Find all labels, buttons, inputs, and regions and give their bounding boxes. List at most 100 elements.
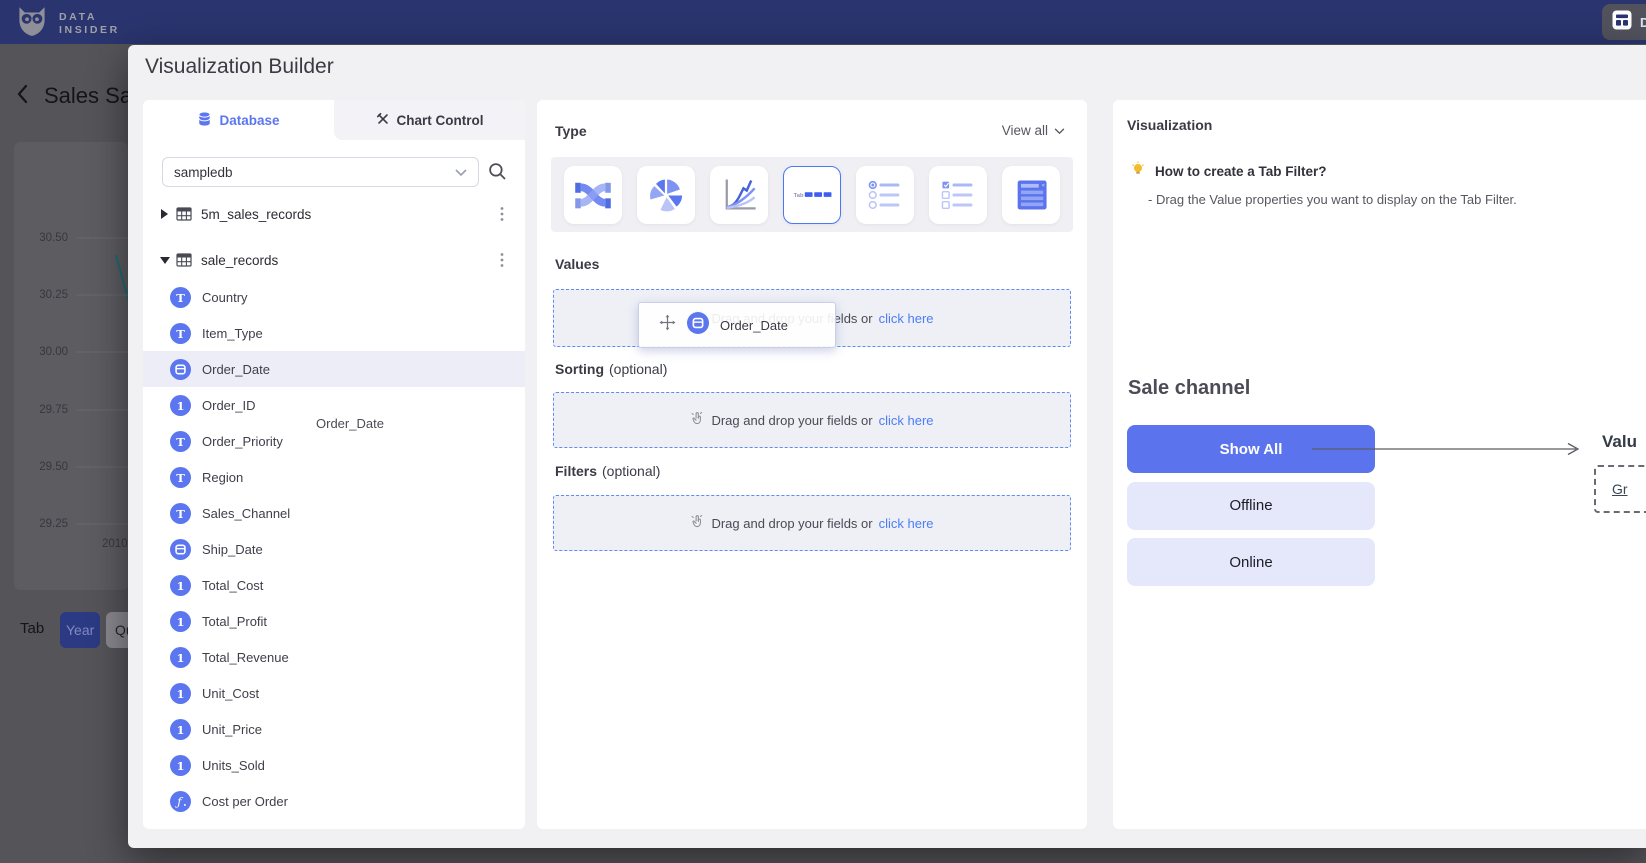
field-row-order-date[interactable]: Order_Date [143, 351, 525, 387]
dropzone-click-here-link[interactable]: click here [879, 413, 934, 428]
field-row-unit-cost[interactable]: 1 Unit_Cost [143, 675, 525, 711]
field-row-order-priority[interactable]: TOrder_Priority [143, 423, 525, 459]
lightbulb-icon [1130, 161, 1146, 182]
field-label: Unit_Price [202, 722, 262, 737]
x-tick: 2010 [102, 538, 128, 550]
chart-type-data-table[interactable] [1002, 166, 1060, 224]
field-row-ship-date[interactable]: Ship_Date [143, 531, 525, 567]
filters-dropzone[interactable]: Drag and drop your fields or click here [553, 495, 1071, 551]
chart-type-tab-filter[interactable]: Tab [783, 166, 841, 224]
gridline [76, 238, 128, 239]
field-row-cost-per-order[interactable]: ƒCost per Order [143, 783, 525, 819]
svg-text:1: 1 [176, 614, 184, 628]
field-type-icon-text: T [170, 323, 191, 344]
field-label: Order_ID [202, 398, 255, 413]
tab-database-label: Database [219, 113, 279, 128]
preview-option-online[interactable]: Online [1127, 538, 1375, 586]
svg-text:1: 1 [176, 578, 184, 592]
field-row-total-revenue[interactable]: 1Total_Revenue [143, 639, 525, 675]
tree-node-sale-records[interactable]: sale_records [143, 245, 525, 275]
kebab-menu-icon[interactable] [495, 252, 509, 268]
chart-type-line[interactable] [710, 166, 768, 224]
field-type-icon-date [687, 312, 709, 339]
field-row-order-id[interactable]: 1Order_ID [143, 387, 525, 423]
field-label: Order_Date [202, 362, 270, 377]
owl-logo-icon [14, 5, 50, 43]
chart-type-pie[interactable] [637, 166, 695, 224]
annotation-arrow [1310, 441, 1590, 457]
dragged-field-chip[interactable]: Order_Date [638, 302, 836, 348]
field-row-units-sold[interactable]: 1Units_Sold [143, 747, 525, 783]
tree-node-5m-sales-records[interactable]: 5m_sales_records [143, 199, 525, 229]
svg-text:1: 1 [176, 722, 184, 736]
caret-down-icon[interactable] [160, 256, 170, 264]
sorting-dropzone[interactable]: Drag and drop your fields or click here [553, 392, 1071, 448]
dashboard-icon [1612, 10, 1632, 35]
field-type-icon-number: 1 [170, 755, 191, 776]
field-type-icon-function: ƒ [170, 791, 191, 812]
dashboard-button[interactable]: D [1602, 4, 1646, 40]
field-row-total-cost[interactable]: 1 Total_Cost [143, 567, 525, 603]
svg-text:1: 1 [176, 758, 184, 772]
annotation-value-label: Valu [1602, 432, 1637, 452]
database-select[interactable]: sampledb [162, 157, 479, 187]
chart-type-sankey[interactable] [564, 166, 622, 224]
dropzone-hint: Drag and drop your fields or [711, 516, 872, 531]
tap-hand-icon [690, 411, 705, 429]
dropzone-click-here-link[interactable]: click here [879, 311, 934, 326]
chevron-down-icon [1054, 123, 1065, 138]
view-all-dropdown[interactable]: View all [1002, 123, 1065, 138]
y-tick: 30.50 [39, 232, 68, 244]
tree-node-label: 5m_sales_records [201, 207, 495, 222]
tools-icon [376, 112, 390, 129]
background-chart: 2010 30.5030.2530.0029.7529.5029.25 [14, 142, 128, 590]
tap-hand-icon [690, 514, 705, 532]
visualization-title: Visualization [1127, 117, 1212, 133]
back-button[interactable] [16, 84, 28, 104]
year-tab-button[interactable]: Year [60, 612, 100, 648]
field-type-icon-date [170, 359, 191, 380]
data-table-icon [1011, 175, 1051, 215]
tab-chart-control[interactable]: Chart Control [334, 100, 525, 140]
field-row-sales-channel[interactable]: TSales_Channel [143, 495, 525, 531]
preview-option-offline[interactable]: Offline [1127, 482, 1375, 530]
field-type-icon-number: 1 [170, 683, 191, 704]
kebab-menu-icon[interactable] [495, 206, 509, 222]
dropzone-click-here-link[interactable]: click here [879, 516, 934, 531]
tab-filter-icon: Tab [792, 175, 832, 215]
gridline [76, 409, 128, 410]
gridline [76, 466, 128, 467]
field-row-country[interactable]: TCountry [143, 279, 525, 315]
field-label: Country [202, 290, 248, 305]
chart-type-strip: Tab [551, 157, 1073, 232]
y-tick: 29.50 [39, 461, 68, 473]
field-type-icon-text: T [170, 467, 191, 488]
field-type-icon-text: T [170, 503, 191, 524]
gridline [76, 524, 128, 525]
field-row-region[interactable]: TRegion [143, 459, 525, 495]
svg-text:T: T [176, 506, 185, 520]
y-tick: 29.75 [39, 404, 68, 416]
field-row-unit-price[interactable]: 1 Unit_Price [143, 711, 525, 747]
field-label: Total_Cost [202, 578, 263, 593]
preview-chart-title: Sale channel [1128, 377, 1250, 400]
svg-text:T: T [176, 434, 185, 448]
page-title: Sales Sa [44, 83, 132, 109]
left-panel-tabbar: Database Chart Control [143, 100, 525, 140]
svg-text:T: T [176, 470, 185, 484]
chart-type-checkbox-list[interactable] [929, 166, 987, 224]
field-label: Total_Revenue [202, 650, 289, 665]
database-select-value: sampledb [174, 165, 233, 180]
field-row-item-type[interactable]: TItem_Type [143, 315, 525, 351]
field-row-total-profit[interactable]: 1Total_Profit [143, 603, 525, 639]
field-type-icon-number: 1 [170, 575, 191, 596]
tab-database[interactable]: Database [143, 100, 334, 140]
field-label: Unit_Cost [202, 686, 259, 701]
checkbox-list-icon [938, 175, 978, 215]
annotation-group-box[interactable]: Gr [1594, 465, 1646, 513]
search-icon[interactable] [487, 161, 507, 181]
chart-type-radio-list[interactable] [856, 166, 914, 224]
caret-right-icon[interactable] [160, 209, 170, 219]
gridline [76, 352, 128, 353]
brand: DATA INSIDER [14, 5, 120, 43]
